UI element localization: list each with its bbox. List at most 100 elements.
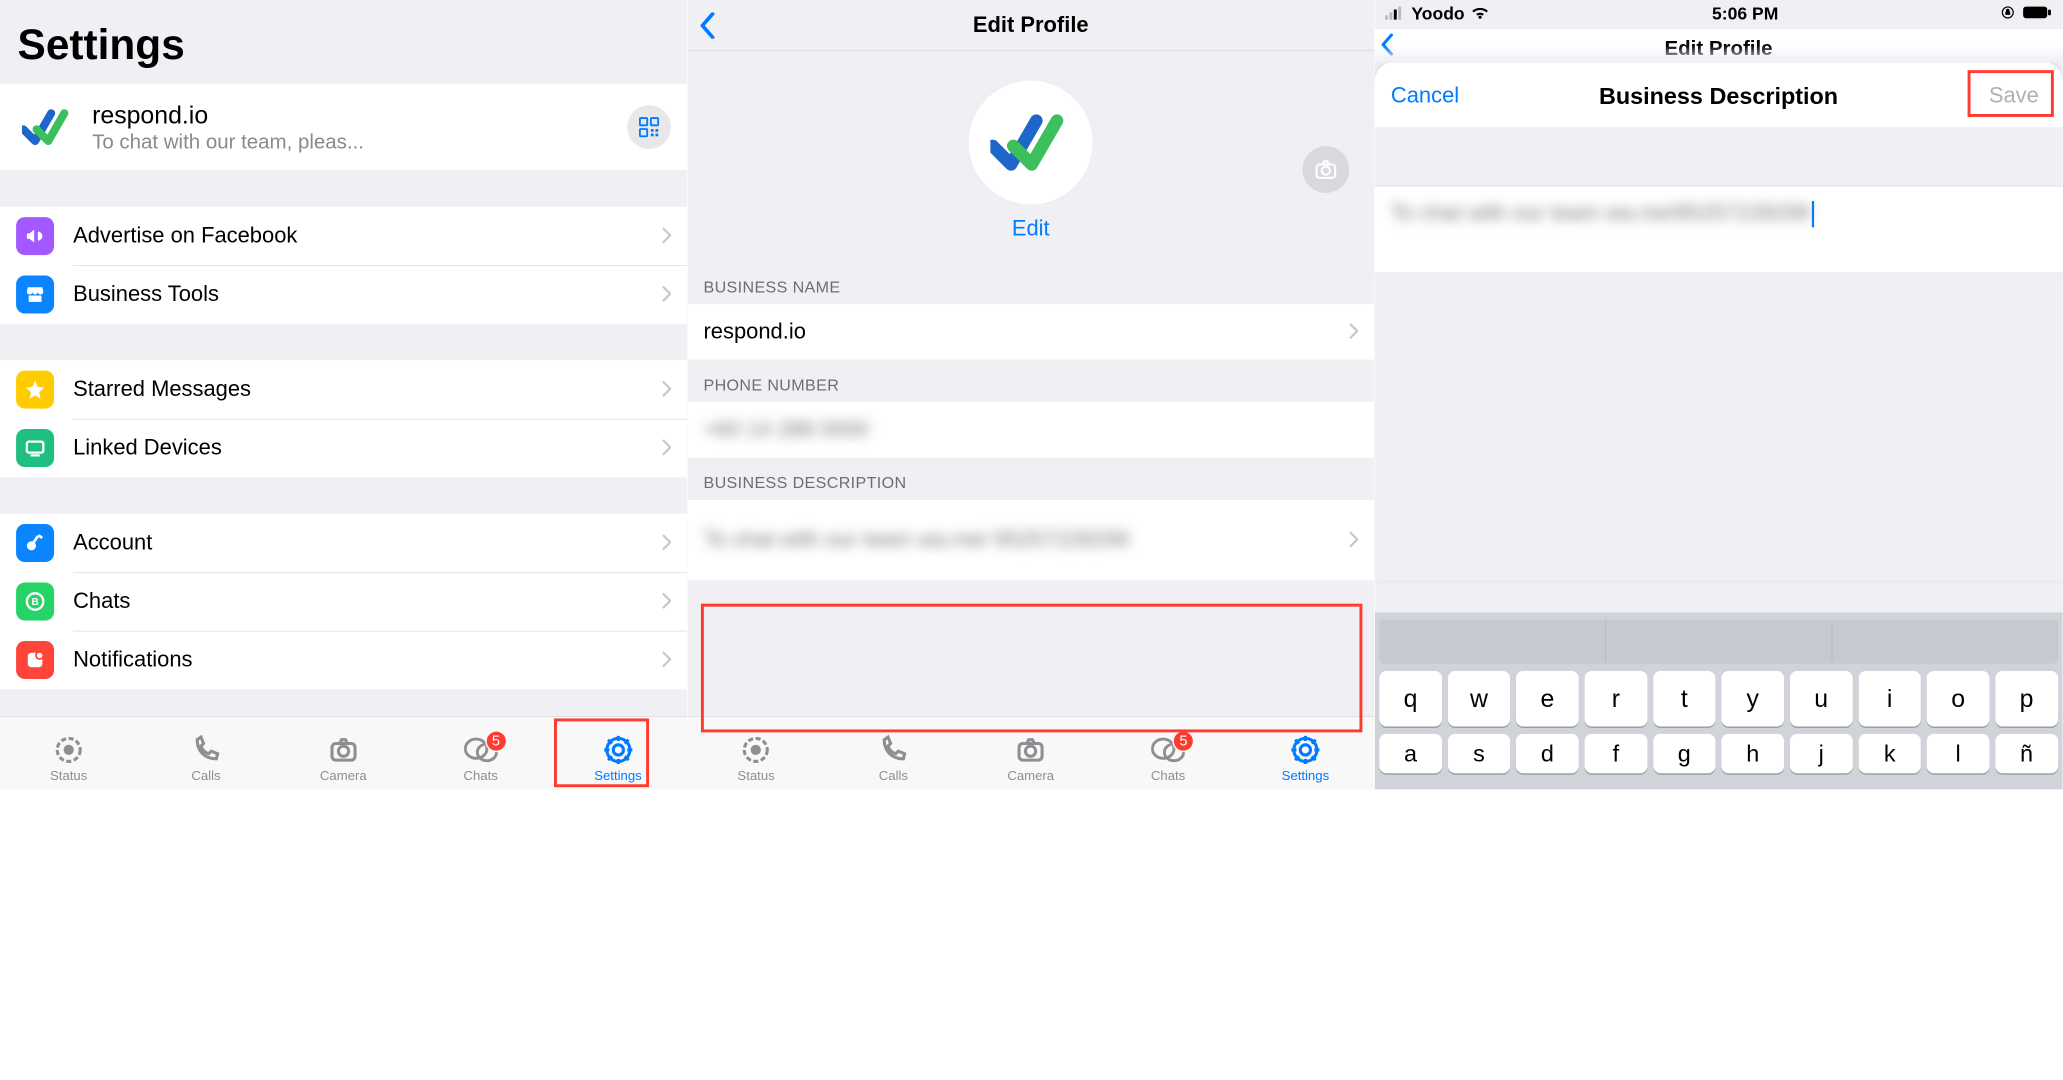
business-name-header: BUSINESS NAME [687,262,1374,304]
tab-chats[interactable]: Chats 5 [1124,733,1212,783]
status-ring-icon [53,733,84,767]
tab-label: Calls [191,768,220,783]
signal-icon [1385,4,1405,24]
sheet-title: Business Description [1599,82,1838,109]
text-cursor [1812,201,1814,227]
tab-bar: Status Calls Camera Chats 5 Settings [687,716,1374,789]
background-navbar-peek: Edit Profile [1375,29,2062,61]
gear-icon [603,733,634,767]
key-s[interactable]: s [1448,734,1511,773]
key-k[interactable]: k [1858,734,1921,773]
cancel-button[interactable]: Cancel [1391,83,1459,108]
nav-title: Edit Profile [973,13,1089,38]
tab-camera[interactable]: Camera [299,733,387,783]
camera-button[interactable] [1302,146,1349,193]
key-i[interactable]: i [1858,671,1921,727]
starred-messages-row[interactable]: Starred Messages [0,360,687,418]
key-a[interactable]: a [1379,734,1442,773]
key-e[interactable]: e [1516,671,1579,727]
key-q[interactable]: q [1379,671,1442,727]
tab-calls[interactable]: Calls [162,733,250,783]
unread-badge: 5 [485,730,507,752]
description-editor-pane: Yoodo 5:06 PM Edit Profile Cancel Busine… [1375,0,2062,789]
tab-settings[interactable]: Settings [574,733,662,783]
phone-icon [191,733,222,767]
settings-group: Account B Chats Notifications [0,514,687,689]
respond-logo-icon [16,96,79,159]
key-ñ[interactable]: ñ [1995,734,2058,773]
profile-avatar[interactable] [969,80,1093,204]
key-h[interactable]: h [1721,734,1784,773]
linked-devices-row[interactable]: Linked Devices [0,419,687,477]
notif-icon [16,641,54,679]
profile-name: respond.io [92,101,627,130]
save-button[interactable]: Save [1982,80,2047,111]
key-u[interactable]: u [1790,671,1853,727]
tab-label: Camera [320,768,367,783]
tab-chats[interactable]: Chats 5 [437,733,525,783]
business-description-header: BUSINESS DESCRIPTION [687,458,1374,500]
tab-status[interactable]: Status [712,733,800,783]
key-g[interactable]: g [1653,734,1716,773]
unread-badge: 5 [1172,730,1194,752]
chevron-right-icon [1349,531,1358,549]
tab-label: Chats [1151,768,1185,783]
chevron-right-icon [662,227,671,245]
key-f[interactable]: f [1585,734,1648,773]
carrier-label: Yoodo [1411,4,1464,24]
advertise-facebook-row[interactable]: Advertise on Facebook [0,207,687,265]
qr-code-button[interactable] [627,105,671,149]
business-name-row[interactable]: respond.io [687,304,1374,360]
key-w[interactable]: w [1448,671,1511,727]
business-group: Advertise on Facebook Business Tools [0,207,687,324]
battery-icon [2023,4,2052,24]
key-icon [16,524,54,562]
status-ring-icon [741,733,772,767]
settings-pane: Settings respond.io To chat with our tea… [0,0,687,789]
chevron-right-icon [662,534,671,552]
keyboard-suggestions[interactable] [1379,620,2058,664]
svg-text:B: B [31,597,38,608]
tab-bar: Status Calls Camera Chats 5 Settings [0,716,687,789]
edit-photo-button[interactable]: Edit [1012,216,1050,241]
business-tools-row[interactable]: Business Tools [0,265,687,323]
key-t[interactable]: t [1653,671,1716,727]
key-d[interactable]: d [1516,734,1579,773]
star-icon [16,371,54,409]
keyboard[interactable]: qwertyuiop asdfghjklñ [1375,612,2062,789]
tab-calls[interactable]: Calls [850,733,938,783]
tab-camera[interactable]: Camera [987,733,1075,783]
profile-subtitle: To chat with our team, pleas... [92,130,472,153]
annotation-highlight [701,604,1362,733]
chevron-right-icon [662,651,671,669]
notifications-row[interactable]: Notifications [0,631,687,689]
tab-label: Status [50,768,87,783]
key-y[interactable]: y [1721,671,1784,727]
utility-group: Starred Messages Linked Devices [0,360,687,477]
chevron-right-icon [662,381,671,399]
status-time: 5:06 PM [1712,4,1778,24]
business-description-row[interactable]: To chat with our team wa.me/ 85257228299 [687,500,1374,580]
chats-row[interactable]: B Chats [0,572,687,630]
tab-label: Settings [594,768,642,783]
profile-row[interactable]: respond.io To chat with our team, pleas.… [0,84,687,170]
account-row[interactable]: Account [0,514,687,572]
tab-label: Settings [1282,768,1330,783]
chevron-right-icon [1349,323,1358,341]
key-l[interactable]: l [1927,734,1990,773]
description-textarea[interactable]: To chat with our team wa.me/85257228299 [1375,186,2062,274]
phone-icon [878,733,909,767]
phone-number-row[interactable]: +60 14 288 0000 [687,402,1374,458]
status-bar: Yoodo 5:06 PM [1375,0,2062,29]
key-p[interactable]: p [1995,671,2058,727]
tab-settings[interactable]: Settings [1262,733,1350,783]
phone-number-header: PHONE NUMBER [687,360,1374,402]
chevron-right-icon [662,286,671,304]
back-button[interactable] [692,0,723,50]
tab-status[interactable]: Status [25,733,113,783]
key-j[interactable]: j [1790,734,1853,773]
wifi-icon [1470,4,1489,24]
gear-icon [1290,733,1321,767]
key-r[interactable]: r [1585,671,1648,727]
key-o[interactable]: o [1927,671,1990,727]
